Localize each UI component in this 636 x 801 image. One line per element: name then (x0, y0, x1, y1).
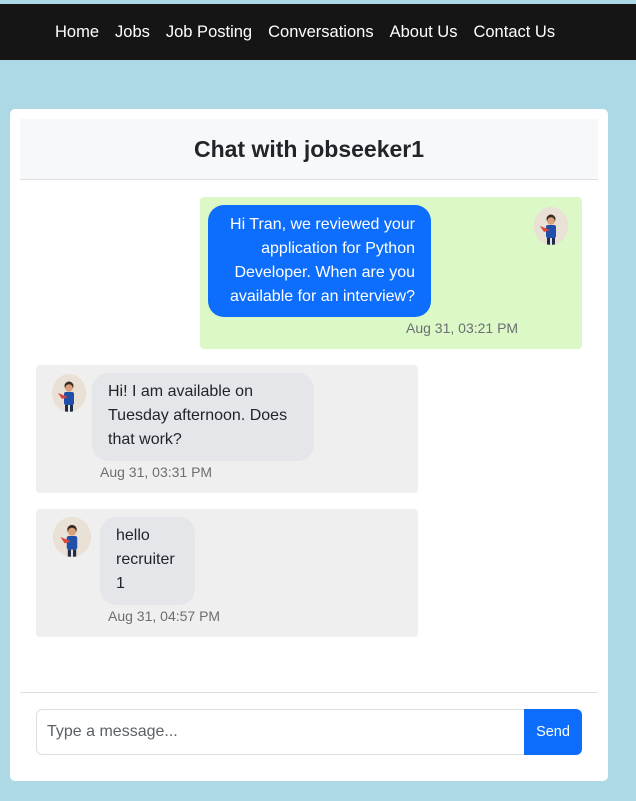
message-timestamp: Aug 31, 04:57 PM (108, 608, 221, 624)
send-button[interactable]: Send (524, 709, 582, 755)
nav-jobs-link[interactable]: Jobs (115, 4, 150, 60)
message-bubble: Hi Tran, we reviewed your application fo… (208, 205, 431, 317)
chat-card: Chat with jobseeker1 Hi Tran, we reviewe… (10, 109, 608, 781)
composer-divider (20, 692, 598, 693)
message-timestamp: Aug 31, 03:21 PM (406, 320, 519, 336)
nav-about-us-link[interactable]: About Us (390, 4, 458, 60)
nav-home-link[interactable]: Home (55, 4, 99, 60)
nav-job-posting-link[interactable]: Job Posting (166, 4, 252, 60)
user-avatar-icon (53, 517, 91, 557)
chat-title: Chat with jobseeker1 (193, 135, 425, 162)
message-received: Hi! I am available on Tuesday afternoon.… (36, 365, 418, 493)
main-nav: Home Jobs Job Posting Conversations Abou… (55, 4, 571, 60)
message-bubble: Hi! I am available on Tuesday afternoon.… (92, 373, 314, 461)
nav-contact-us-link[interactable]: Contact Us (473, 4, 555, 60)
message-bubble: hello recruiter 1 (100, 517, 195, 605)
message-sent: Hi Tran, we reviewed your application fo… (200, 197, 582, 349)
navbar: Home Jobs Job Posting Conversations Abou… (0, 4, 636, 60)
message-composer: Send (36, 709, 582, 755)
user-avatar-icon (534, 207, 568, 245)
message-timestamp: Aug 31, 03:31 PM (100, 464, 213, 480)
nav-conversations-link[interactable]: Conversations (268, 4, 373, 60)
chat-header: Chat with jobseeker1 (20, 119, 598, 180)
message-input[interactable] (36, 709, 524, 755)
message-received: hello recruiter 1 Aug 31, 04:57 PM (36, 509, 418, 637)
user-avatar-icon (52, 374, 86, 412)
